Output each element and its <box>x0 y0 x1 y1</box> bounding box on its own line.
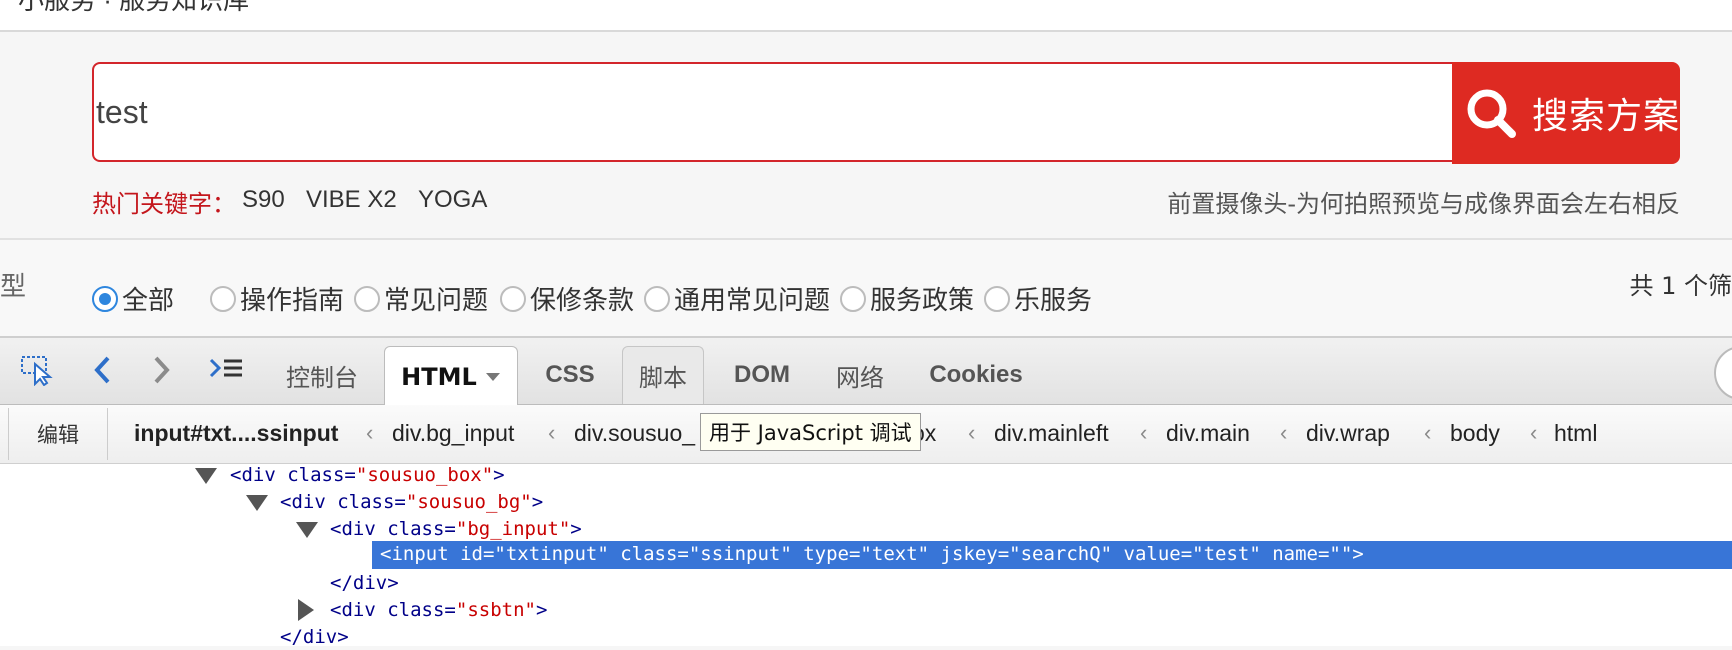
attr-value: "sousuo_bg" <box>405 491 532 513</box>
expand-triangle-icon[interactable] <box>195 468 217 484</box>
filter-option-all[interactable]: 全部 <box>92 280 174 317</box>
tag-end: > <box>570 518 582 540</box>
tag-name: <div <box>330 599 376 621</box>
breadcrumb-separator-icon: ‹ <box>548 420 556 445</box>
tag-end: > <box>493 464 505 486</box>
filter-type-label: 型 <box>0 272 27 302</box>
breadcrumb-separator-icon: ‹ <box>1424 420 1432 445</box>
attr-name: class <box>387 599 445 621</box>
tag-name: <div <box>230 464 276 486</box>
collapsed-triangle-icon[interactable] <box>298 599 314 621</box>
tree-node-ssbtn[interactable]: <div class="ssbtn"> <box>330 597 547 623</box>
tag-end: > <box>535 599 548 621</box>
hot-keyword-s90[interactable]: S90 <box>242 186 285 214</box>
inspect-icon[interactable] <box>18 352 58 388</box>
radio-icon <box>500 285 526 312</box>
attr-name: class <box>287 464 345 486</box>
search-input[interactable] <box>96 82 1396 142</box>
dropdown-arrow-icon <box>485 372 500 381</box>
breadcrumb-mainleft[interactable]: div.mainleft <box>994 420 1109 447</box>
tab-cookies[interactable]: Cookies <box>916 346 1036 404</box>
search-icon <box>1467 89 1516 138</box>
filter-option-le-service[interactable]: 乐服务 <box>984 280 1092 317</box>
breadcrumb-separator-icon: ‹ <box>366 420 374 445</box>
filter-option-label: 乐服务 <box>1014 286 1093 316</box>
filter-option-label: 通用常见问题 <box>674 286 831 316</box>
selected-node-text: <input id="txtinput" class="ssinput" typ… <box>380 543 1364 565</box>
filter-option-general-faq[interactable]: 通用常见问题 <box>644 280 830 317</box>
filter-option-label: 常见问题 <box>384 286 489 316</box>
edit-button[interactable]: 编辑 <box>8 408 108 460</box>
tag-name: <div <box>330 518 376 540</box>
attr-value: "sousuo_box" <box>355 464 494 486</box>
breadcrumb-separator-icon: ‹ <box>1280 420 1288 445</box>
radio-selected-icon <box>92 285 118 312</box>
radio-icon <box>210 285 236 312</box>
filter-option-warranty[interactable]: 保修条款 <box>500 280 634 317</box>
radio-icon <box>354 285 380 312</box>
tree-node-selected-input[interactable]: <input id="txtinput" class="ssinput" typ… <box>372 541 1732 569</box>
filter-option-label: 保修条款 <box>530 286 635 316</box>
attr-value: "bg_input" <box>455 518 571 540</box>
tree-node-close-div[interactable]: </div> <box>280 624 349 650</box>
tab-tooltip: 用于 JavaScript 调试 <box>700 413 921 451</box>
command-editor-icon[interactable] <box>206 352 246 388</box>
breadcrumb-sousuo-bg[interactable]: div.sousuo_ <box>574 420 695 447</box>
hot-keyword-vibe-x2[interactable]: VIBE X2 <box>306 186 397 214</box>
tab-html-label: HTML <box>401 362 477 391</box>
filter-option-label: 操作指南 <box>240 286 345 316</box>
forward-icon[interactable] <box>142 352 182 388</box>
filter-option-label: 服务政策 <box>870 286 975 316</box>
tab-network[interactable]: 网络 <box>824 346 896 404</box>
breadcrumb-input[interactable]: input#txt....ssinput <box>134 420 338 447</box>
tab-html[interactable]: HTML <box>384 346 518 406</box>
breadcrumb-html[interactable]: html <box>1554 420 1597 447</box>
tab-css[interactable]: CSS <box>536 346 604 404</box>
radio-icon <box>984 285 1010 312</box>
breadcrumb-bg-input[interactable]: div.bg_input <box>392 420 514 447</box>
radio-icon <box>644 285 670 312</box>
result-count: 共 1 个筛 <box>1629 272 1732 300</box>
tree-node-sousuo-bg[interactable]: <div class="sousuo_bg"> <box>280 489 543 515</box>
search-box <box>92 62 1452 162</box>
attr-name: class <box>337 491 395 513</box>
radio-icon <box>840 285 866 312</box>
page-top-text: 小服务 · 服务知识库 <box>18 0 250 15</box>
breadcrumb-separator-icon: ‹ <box>968 420 976 445</box>
tree-node-close-div[interactable]: </div> <box>330 570 399 596</box>
tag-end: > <box>531 491 544 513</box>
breadcrumb-body[interactable]: body <box>1450 420 1500 447</box>
breadcrumb-wrap[interactable]: div.wrap <box>1306 420 1390 447</box>
expand-triangle-icon[interactable] <box>296 522 318 538</box>
attr-name: class <box>387 518 445 540</box>
tree-node-bg-input[interactable]: <div class="bg_input"> <box>330 516 582 542</box>
search-button-label: 搜索方案 <box>1532 96 1681 137</box>
breadcrumb-main[interactable]: div.main <box>1166 420 1250 447</box>
expand-triangle-icon[interactable] <box>246 495 268 511</box>
related-article-link[interactable]: 前置摄像头-为何拍照预览与成像界面会左右相反 <box>1167 184 1680 219</box>
filter-option-guide[interactable]: 操作指南 <box>210 280 344 317</box>
filter-option-faq[interactable]: 常见问题 <box>354 280 488 317</box>
hot-keyword-yoga[interactable]: YOGA <box>418 186 487 214</box>
page-top-strip: 小服务 · 服务知识库 <box>0 0 1732 32</box>
breadcrumb-separator-icon: ‹ <box>1530 420 1538 445</box>
search-button[interactable]: 搜索方案 <box>1452 62 1680 164</box>
attr-value: "ssbtn" <box>455 599 536 621</box>
tab-script[interactable]: 脚本 <box>622 346 704 404</box>
filter-option-policy[interactable]: 服务政策 <box>840 280 974 317</box>
filter-option-label: 全部 <box>122 286 175 316</box>
tab-console[interactable]: 控制台 <box>276 346 368 404</box>
tag-name: <div <box>280 491 326 513</box>
back-icon[interactable] <box>82 352 122 388</box>
tree-node-sousuo-box[interactable]: <div class="sousuo_box"> <box>230 462 505 488</box>
breadcrumb-separator-icon: ‹ <box>1140 420 1148 445</box>
tab-dom[interactable]: DOM <box>722 346 802 404</box>
hot-keywords-label: 热门关键字： <box>92 190 236 218</box>
